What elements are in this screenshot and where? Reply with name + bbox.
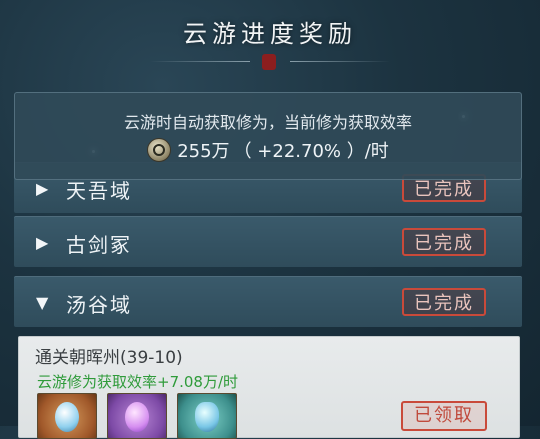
region-row-tanggu[interactable]: ▼ 汤谷域 已完成 bbox=[14, 276, 522, 327]
reward-item-crystal[interactable] bbox=[177, 393, 237, 439]
title-ornament bbox=[150, 52, 390, 72]
purple-orb-icon bbox=[125, 402, 149, 432]
magnifier-orb-icon bbox=[147, 138, 172, 162]
dragon-item-icon bbox=[55, 402, 79, 432]
region-name: 汤谷域 bbox=[66, 293, 132, 317]
chevron-down-icon: ▼ bbox=[36, 293, 49, 312]
chevron-right-icon: ▶ bbox=[36, 233, 49, 252]
region-row-gujianzhong[interactable]: ▶ 古剑冢 已完成 bbox=[14, 216, 522, 267]
page-title: 云游进度奖励 bbox=[183, 20, 357, 48]
seal-icon bbox=[262, 54, 276, 70]
stage-title: 通关朝晖州(39-10) bbox=[35, 348, 183, 368]
reward-item-orb[interactable] bbox=[107, 393, 167, 439]
efficiency-value-row: 255万 （ +22.70% ）/时 bbox=[15, 137, 521, 163]
status-stamp: 已完成 bbox=[402, 228, 486, 256]
ornament-line-right bbox=[290, 61, 390, 62]
efficiency-description: 云游时自动获取修为，当前修为获取效率 bbox=[123, 113, 412, 132]
status-stamp: 已完成 bbox=[402, 288, 486, 316]
chevron-right-icon: ▶ bbox=[36, 179, 49, 198]
stage-reward-card: 通关朝晖州(39-10) 云游修为获取效率+7.08万/时 已领取 bbox=[18, 336, 520, 439]
reward-item-dragon[interactable] bbox=[37, 393, 97, 439]
crystal-icon bbox=[195, 402, 219, 432]
efficiency-rate: （ +22.70% ）/时 bbox=[233, 141, 389, 162]
ornament-line-left bbox=[150, 61, 250, 62]
efficiency-info-panel: 云游时自动获取修为，当前修为获取效率 255万 （ +22.70% ）/时 bbox=[14, 92, 522, 180]
bonus-text: 云游修为获取效率+7.08万/时 bbox=[37, 373, 239, 391]
claimed-button[interactable]: 已领取 bbox=[401, 401, 487, 431]
region-name: 古剑冢 bbox=[66, 233, 132, 257]
efficiency-value: 255万 bbox=[177, 141, 230, 162]
